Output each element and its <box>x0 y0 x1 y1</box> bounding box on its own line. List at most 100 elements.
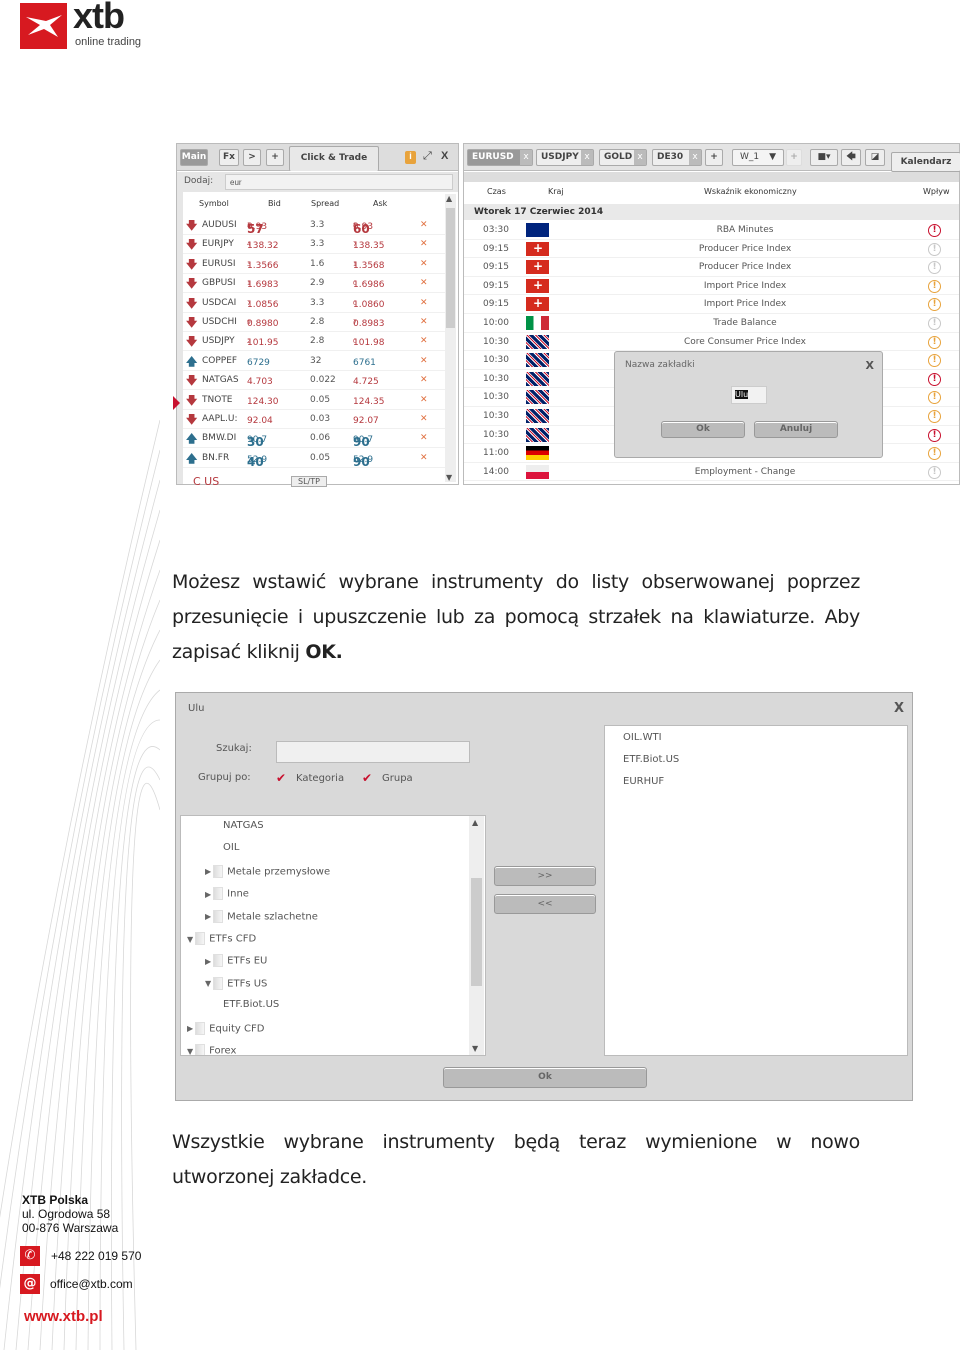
watchlist-row[interactable]: 🡇 EURJPY 138.32 4 138.35 7 3.3 ✕ <box>183 235 445 255</box>
calendar-row[interactable]: 10:30 Core Consumer Price Index! <box>464 333 959 352</box>
column-header[interactable]: Bid <box>268 199 281 208</box>
email[interactable]: office@xtb.com <box>50 1277 133 1291</box>
chart-tab[interactable]: DE30 x <box>652 149 702 166</box>
back-arrow-icon[interactable]: 🡄 <box>841 149 861 166</box>
chart-tab[interactable]: GOLD x <box>599 149 647 166</box>
remove-icon[interactable]: ✕ <box>420 395 428 405</box>
watchlist-row[interactable]: 🡇 EURUSI 1.3566 3 1.3568 1 1.6 ✕ <box>183 255 445 274</box>
collapse-icon[interactable]: ▼ <box>205 979 211 988</box>
tab-click-trade[interactable]: Click & Trade <box>289 146 379 171</box>
expand-icon[interactable]: ▶ <box>205 957 211 966</box>
remove-from-list-button[interactable]: << <box>494 894 596 914</box>
calendar-row[interactable]: 09:15 + Producer Price Index! <box>464 258 959 277</box>
checkbox-grupa[interactable]: ✔ <box>362 771 372 785</box>
watchlist-row[interactable]: 🡇 USDCHI 0.8980 9 0.8983 7 2.8 ✕ <box>183 313 445 332</box>
tree-item[interactable]: ▶ Metale przemysłowe <box>205 864 330 878</box>
tree-item[interactable]: ▼ Forex <box>187 1044 236 1056</box>
watchlist-row[interactable]: 🡇 AAPL.U: 92.04 92.07 0.03 ✕ <box>183 410 445 429</box>
remove-icon[interactable]: ✕ <box>420 298 428 308</box>
calendar-row[interactable]: 09:15 + Producer Price Index! <box>464 240 959 259</box>
watchlist-row[interactable]: 🡇 TNOTE 124.30 124.35 0.05 ✕ <box>183 391 445 410</box>
expand-icon[interactable]: ⤢ <box>423 149 432 163</box>
collapse-icon[interactable]: ▼ <box>187 1047 193 1056</box>
ok-button[interactable]: Ok <box>661 421 745 438</box>
chart-tab[interactable]: EURUSD x <box>467 149 533 166</box>
expand-icon[interactable]: ▶ <box>205 890 211 899</box>
remove-icon[interactable]: ✕ <box>420 259 428 269</box>
close-icon[interactable]: X <box>441 150 448 162</box>
calendar-row[interactable]: 10:00 Trade Balance! <box>464 314 959 333</box>
close-tab-icon[interactable]: x <box>581 150 593 165</box>
watchlist-row[interactable]: 🡇 GBPUSI 1.6983 1 1.6986 0 2.9 ✕ <box>183 274 445 294</box>
checkbox-kategoria[interactable]: ✔ <box>276 771 286 785</box>
add-icon[interactable]: + <box>786 149 802 166</box>
calendar-row[interactable]: 03:30 RBA Minutes! <box>464 221 959 240</box>
expand-icon[interactable]: ▶ <box>187 1024 193 1033</box>
tree-item[interactable]: ▼ ETFs CFD <box>187 932 256 945</box>
tree-item[interactable]: NATGAS <box>223 820 264 831</box>
ok-button[interactable]: Ok <box>443 1067 647 1088</box>
tree-item[interactable]: ETF.Biot.US <box>223 999 279 1010</box>
chart-tab[interactable]: USDJPY x <box>536 149 594 166</box>
watchlist-row[interactable]: 🡇 NATGAS 4.703 4.725 0.022 ✕ <box>183 371 445 391</box>
watchlist-row[interactable]: 🡇 USDJPY 101.95 2 101.98 0 2.8 ✕ <box>183 332 445 352</box>
add-symbol-input[interactable] <box>225 174 453 190</box>
tab-kalendarz[interactable]: Kalendarz <box>891 152 960 172</box>
interval-select[interactable]: W_1 ▼ <box>732 149 784 166</box>
tree-item[interactable]: ▶ Equity CFD <box>187 1021 264 1035</box>
watchlist-row[interactable]: 🡅 BMW.DI 90.7 30 90.7 90 0.06 ✕ <box>183 429 445 449</box>
watchlist-row[interactable]: 🡇 AUDUSI 0.93 57 3 0.93 60 8 3.3 ✕ <box>183 216 445 236</box>
website-link[interactable]: www.xtb.pl <box>24 1308 103 1325</box>
cancel-button[interactable]: Anuluj <box>754 421 838 438</box>
info-icon[interactable]: i <box>405 151 416 164</box>
watchlist-tab[interactable]: > <box>243 149 261 166</box>
add-to-list-button[interactable]: >> <box>494 866 596 886</box>
column-header[interactable]: Wpływ <box>923 187 950 196</box>
close-icon[interactable]: X <box>866 359 874 372</box>
remove-icon[interactable]: ✕ <box>420 433 428 443</box>
tree-scrollbar[interactable]: ▲ ▼ <box>469 816 484 1055</box>
watchlist-tab[interactable]: Main <box>180 149 208 166</box>
watchlist-row[interactable]: 🡅 COPPEF 6729 6761 32 ✕ <box>183 352 445 371</box>
close-icon[interactable]: X <box>894 701 904 716</box>
column-header[interactable]: Spread <box>311 199 339 208</box>
watchlist-row[interactable]: 🡅 BN.FR 52.9 40 52.9 90 0.05 ✕ <box>183 449 445 469</box>
sltp-button[interactable]: SL/TP <box>291 476 327 487</box>
close-tab-icon[interactable]: x <box>689 150 701 165</box>
collapse-icon[interactable]: ▼ <box>187 935 193 944</box>
remove-icon[interactable]: ✕ <box>420 278 428 288</box>
column-header[interactable]: Kraj <box>548 187 564 196</box>
close-tab-icon[interactable]: x <box>520 150 532 165</box>
selected-instrument[interactable]: ETF.Biot.US <box>623 754 679 765</box>
tree-item[interactable]: ▼ ETFs US <box>205 976 267 990</box>
add-chart-icon[interactable]: + <box>705 149 723 166</box>
tab-name-input[interactable]: Ulu <box>731 386 767 404</box>
column-header[interactable]: Czas <box>487 187 506 196</box>
calendar-row[interactable]: 09:15 + Import Price Index! <box>464 277 959 296</box>
column-header[interactable]: Symbol <box>199 199 229 208</box>
chart-type-icon[interactable]: ■▾ <box>810 149 838 166</box>
column-header[interactable]: Ask <box>373 199 387 208</box>
detach-icon[interactable]: ◪ <box>865 149 885 166</box>
watchlist-scrollbar[interactable]: ▲ ▼ <box>445 194 456 482</box>
watchlist-tab[interactable]: + <box>266 149 284 166</box>
selected-instrument[interactable]: OIL.WTI <box>623 732 662 743</box>
tree-item[interactable]: ▶ ETFs EU <box>205 954 267 968</box>
remove-icon[interactable]: ✕ <box>420 220 428 230</box>
calendar-row[interactable]: 09:15 + Import Price Index! <box>464 295 959 314</box>
tree-item[interactable]: ▶ Inne <box>205 887 249 901</box>
selected-instrument[interactable]: EURHUF <box>623 776 664 787</box>
tree-item[interactable]: ▶ Metale szlachetne <box>205 909 318 923</box>
watchlist-tab[interactable]: Fx <box>219 149 239 166</box>
expand-icon[interactable]: ▶ <box>205 867 211 876</box>
remove-icon[interactable]: ✕ <box>420 336 428 346</box>
remove-icon[interactable]: ✕ <box>420 414 428 424</box>
search-input[interactable] <box>276 741 470 763</box>
remove-icon[interactable]: ✕ <box>420 239 428 249</box>
tree-item[interactable]: OIL <box>223 842 239 853</box>
calendar-row[interactable]: 14:00 Employment - Change! <box>464 463 959 482</box>
watchlist-row[interactable]: 🡇 USDCAI 1.0856 7 1.0860 0 3.3 ✕ <box>183 294 445 313</box>
close-tab-icon[interactable]: x <box>634 150 646 165</box>
remove-icon[interactable]: ✕ <box>420 317 428 327</box>
column-header[interactable]: Wskaźnik ekonomiczny <box>704 187 797 196</box>
